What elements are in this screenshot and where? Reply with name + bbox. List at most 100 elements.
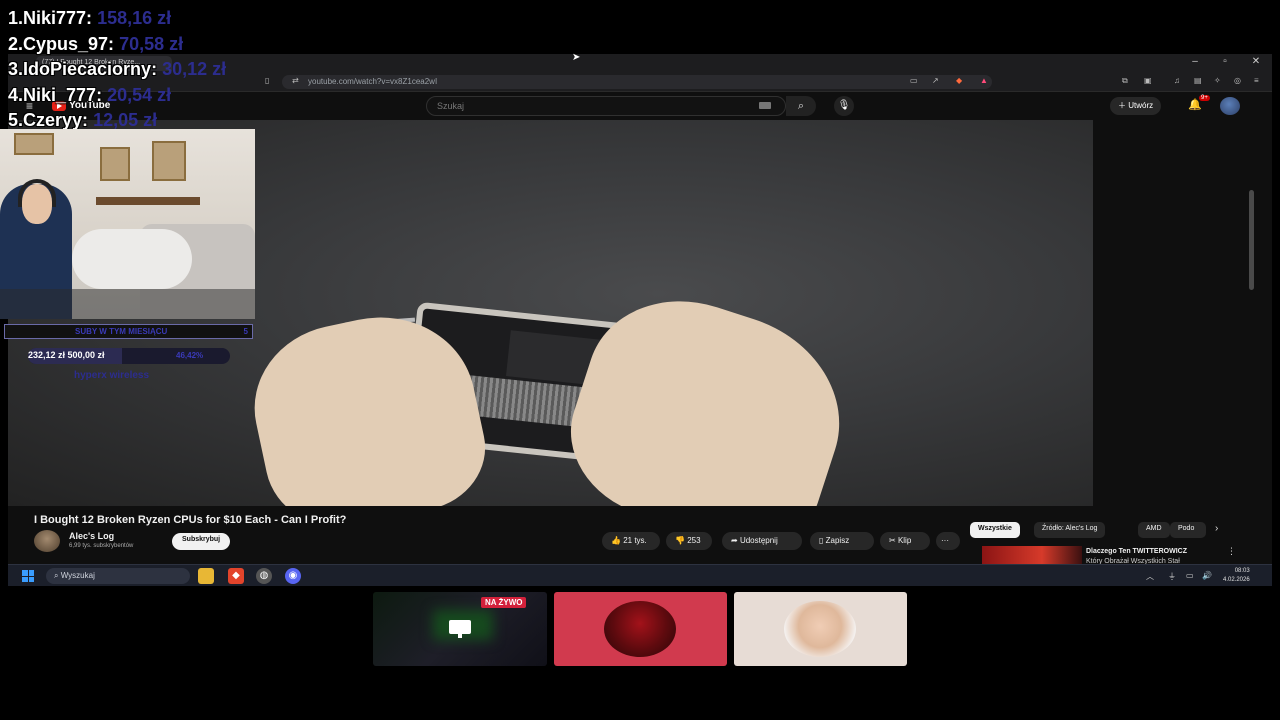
leaderboard-rank: 5. [8,110,24,130]
discord-icon[interactable]: ◉ [285,568,301,584]
live-badge: NA ŻYWO [481,597,527,608]
like-button[interactable]: 👍 21 tys. [602,532,660,550]
guest-avatar [604,601,676,657]
share-icon[interactable]: ↗ [932,76,939,85]
taskbar-search[interactable]: ⌕ Wyszukaj [46,568,190,584]
desk [0,289,255,319]
scissors-icon: ✂ [889,536,896,545]
channel-name[interactable]: Alec's Log [69,531,114,541]
extension-icon[interactable]: ⧉ [1122,76,1128,86]
bookmark-icon[interactable]: ▯ [265,76,269,85]
file-explorer-icon[interactable] [198,568,214,584]
taskbar-clock[interactable]: 08:03 4.02.2026 [1223,567,1250,585]
windows-taskbar: ⌕ Wyszukaj ◆ ◍ ◉ ︿ ⏚ ▭ 🔊 08:03 4.02.2026 [8,564,1272,586]
sidebar-icon[interactable]: ▤ [1194,76,1202,85]
create-button[interactable]: ＋ Utwórz [1110,97,1162,115]
subscribe-button[interactable]: Subskrybuj [172,533,231,550]
tray-chevron-icon[interactable]: ︿ [1146,571,1154,582]
screen-cast-icon[interactable]: ▭ [910,76,918,85]
wall-picture [100,147,130,181]
chip-amd[interactable]: AMD [1138,522,1170,538]
minimize-icon[interactable]: – [1188,56,1202,67]
close-icon[interactable]: ✕ [1249,56,1263,67]
clip-label: Klip [897,536,912,545]
scene-streamer-avatar[interactable] [734,592,907,666]
search-placeholder: Szukaj [437,101,465,111]
maximize-icon[interactable]: ▫ [1218,56,1232,67]
leaderboard-name: Cypus_97: [23,33,115,54]
clip-button[interactable]: ✂ Klip [880,532,930,550]
subs-goal-label: SUBY W TYM MIESIĄCU [75,327,168,336]
kebab-menu-icon[interactable]: ⋮ [1227,546,1236,557]
chip-similar[interactable]: Podo [1170,522,1206,538]
dislike-button[interactable]: 👎 253 [666,532,712,550]
subs-goal-bar: SUBY W TYM MIESIĄCU 5 [4,324,253,339]
more-actions-button[interactable]: ··· [936,532,960,550]
leaderboard-rank: 4. [8,84,24,105]
save-button[interactable]: ▯ Zapisz [810,532,874,550]
brave-browser-icon[interactable]: ◆ [228,568,244,584]
headset [18,179,56,207]
user-avatar[interactable] [1220,97,1240,115]
thumbs-down-icon: 👎 [675,536,685,545]
scrollbar[interactable] [1249,190,1254,290]
leaderboard-name: IdoPiecaciorny: [23,59,158,79]
thumbs-up-icon: 👍 [611,536,621,545]
leaderboard-amount: 70,58 zł [119,33,184,54]
leaderboard-row: 2.Cypus_97: 70,58 zł [8,34,226,60]
leaderboard-amount: 158,16 zł [97,8,172,28]
create-label: Utwórz [1128,101,1154,110]
search-button[interactable]: ⌕ [786,96,816,116]
search-input[interactable]: Szukaj [426,96,786,116]
clock-date: 4.02.2026 [1223,577,1250,583]
menu-icon[interactable]: ≡ [1254,76,1259,85]
monitor-icon[interactable]: ▭ [1186,571,1194,580]
donation-goal-item: hyperx wireless [74,370,150,381]
vpn-icon[interactable]: ◎ [1234,76,1241,85]
chip-all[interactable]: Wszystkie [970,522,1020,538]
scene-gameplay[interactable]: NA ŻYWO [373,592,547,666]
brave-shield-icon[interactable]: ◆ [956,76,962,85]
wallet-icon[interactable]: ▣ [1144,76,1152,85]
mouse-cursor-icon: ➤ [572,52,581,63]
leaderboard-amount: 12,05 zł [93,110,158,130]
blanket [72,229,192,289]
leaderboard-row: 4.Niki_777: 20,54 zł [8,85,226,111]
scene-guest-avatar[interactable] [554,592,727,666]
keyboard-icon[interactable] [759,102,771,109]
right-hand [550,275,866,506]
channel-avatar[interactable] [34,530,60,552]
leaderboard-rank: 2. [8,33,24,54]
recommended-title[interactable]: Dlaczego Ten TWITTEROWICZ [1086,548,1187,555]
leaderboard-row: 3.IdoPiecaciorny: 30,12 zł [8,59,226,85]
leaderboard-name: Niki777: [23,8,93,28]
video-title: I Bought 12 Broken Ryzen CPUs for $10 Ea… [34,514,347,526]
clock-time: 08:03 [1234,568,1250,574]
leaderboard-rank: 3. [8,59,24,79]
monitor-icon [449,620,471,638]
usb-icon[interactable]: ⏚ [1168,571,1176,582]
wall-picture [152,141,186,181]
address-bar[interactable]: youtube.com/watch?v=vx8Z1cea2wI [282,75,992,89]
windows-start-icon[interactable] [22,570,34,582]
ai-icon[interactable]: ✧ [1214,76,1221,85]
donation-goal-text: 232,12 zł 500,00 zł [28,350,105,360]
share-button[interactable]: ➦ Udostępnij [722,532,802,550]
site-info-icon[interactable]: ⇄ [292,76,299,85]
taskbar-search-placeholder: Wyszukaj [60,571,95,580]
volume-icon[interactable]: 🔊 [1202,571,1212,580]
video-side-panel [1093,120,1258,506]
chevron-right-icon[interactable]: › [1215,523,1218,534]
bookmark-save-icon: ▯ [819,536,824,545]
recommended-thumbnail[interactable] [982,546,1082,564]
app-icon[interactable]: ◍ [256,568,272,584]
rewards-icon[interactable]: ▲ [980,76,988,85]
share-arrow-icon: ➦ [731,536,738,545]
music-icon[interactable]: ♫ [1174,76,1180,85]
url-text: youtube.com/watch?v=vx8Z1cea2wI [308,77,438,86]
save-label: Zapisz [825,536,850,545]
leaderboard-amount: 30,12 zł [162,59,227,79]
chip-source[interactable]: Źródło: Alec's Log [1034,522,1106,538]
dislike-count: 253 [687,536,701,545]
microphone-icon[interactable]: 🎙 [834,96,854,116]
